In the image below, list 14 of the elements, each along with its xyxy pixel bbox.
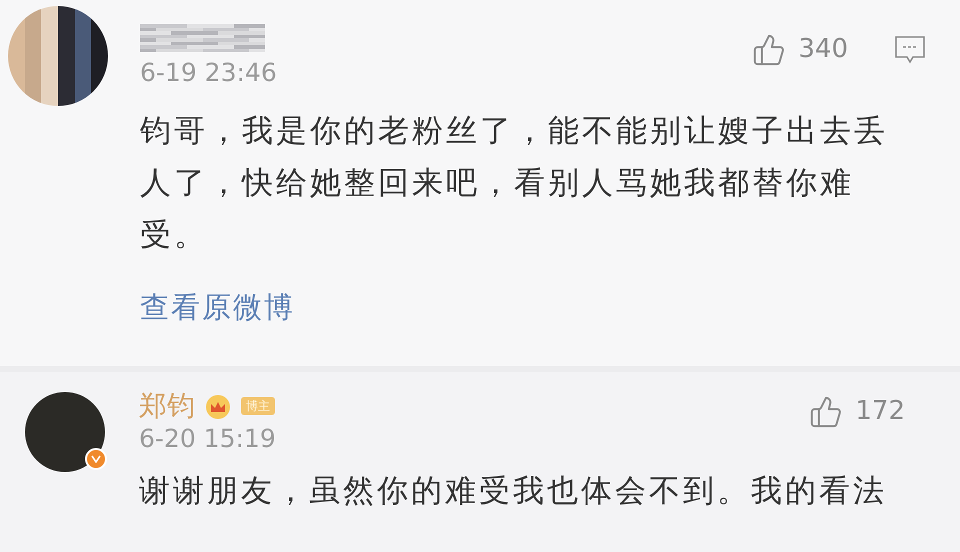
- comment-text: 钧哥，我是你的老粉丝了，能不能别让嫂子出去丢人了，快给她整回来吧，看别人骂她我都替你难受。: [140, 112, 889, 255]
- author-badge: 博主: [241, 397, 275, 415]
- verified-badge-icon: [85, 448, 107, 470]
- comment-text: 谢谢朋友，虽然你的难受我也体会不到。我的看法: [139, 472, 888, 511]
- author-name[interactable]: 郑钧: [139, 392, 195, 420]
- thumbs-up-icon: [752, 32, 786, 66]
- thumbs-up-icon: [809, 394, 844, 428]
- like-button[interactable]: 172: [809, 392, 905, 431]
- crown-icon: [203, 392, 233, 420]
- comment-icon[interactable]: [894, 34, 926, 64]
- like-button[interactable]: 340: [752, 30, 848, 69]
- comment-time: 6-19 23:46: [140, 60, 277, 85]
- view-original-link[interactable]: 查看原微博: [140, 286, 295, 330]
- comment-time: 6-20 15:19: [139, 426, 276, 451]
